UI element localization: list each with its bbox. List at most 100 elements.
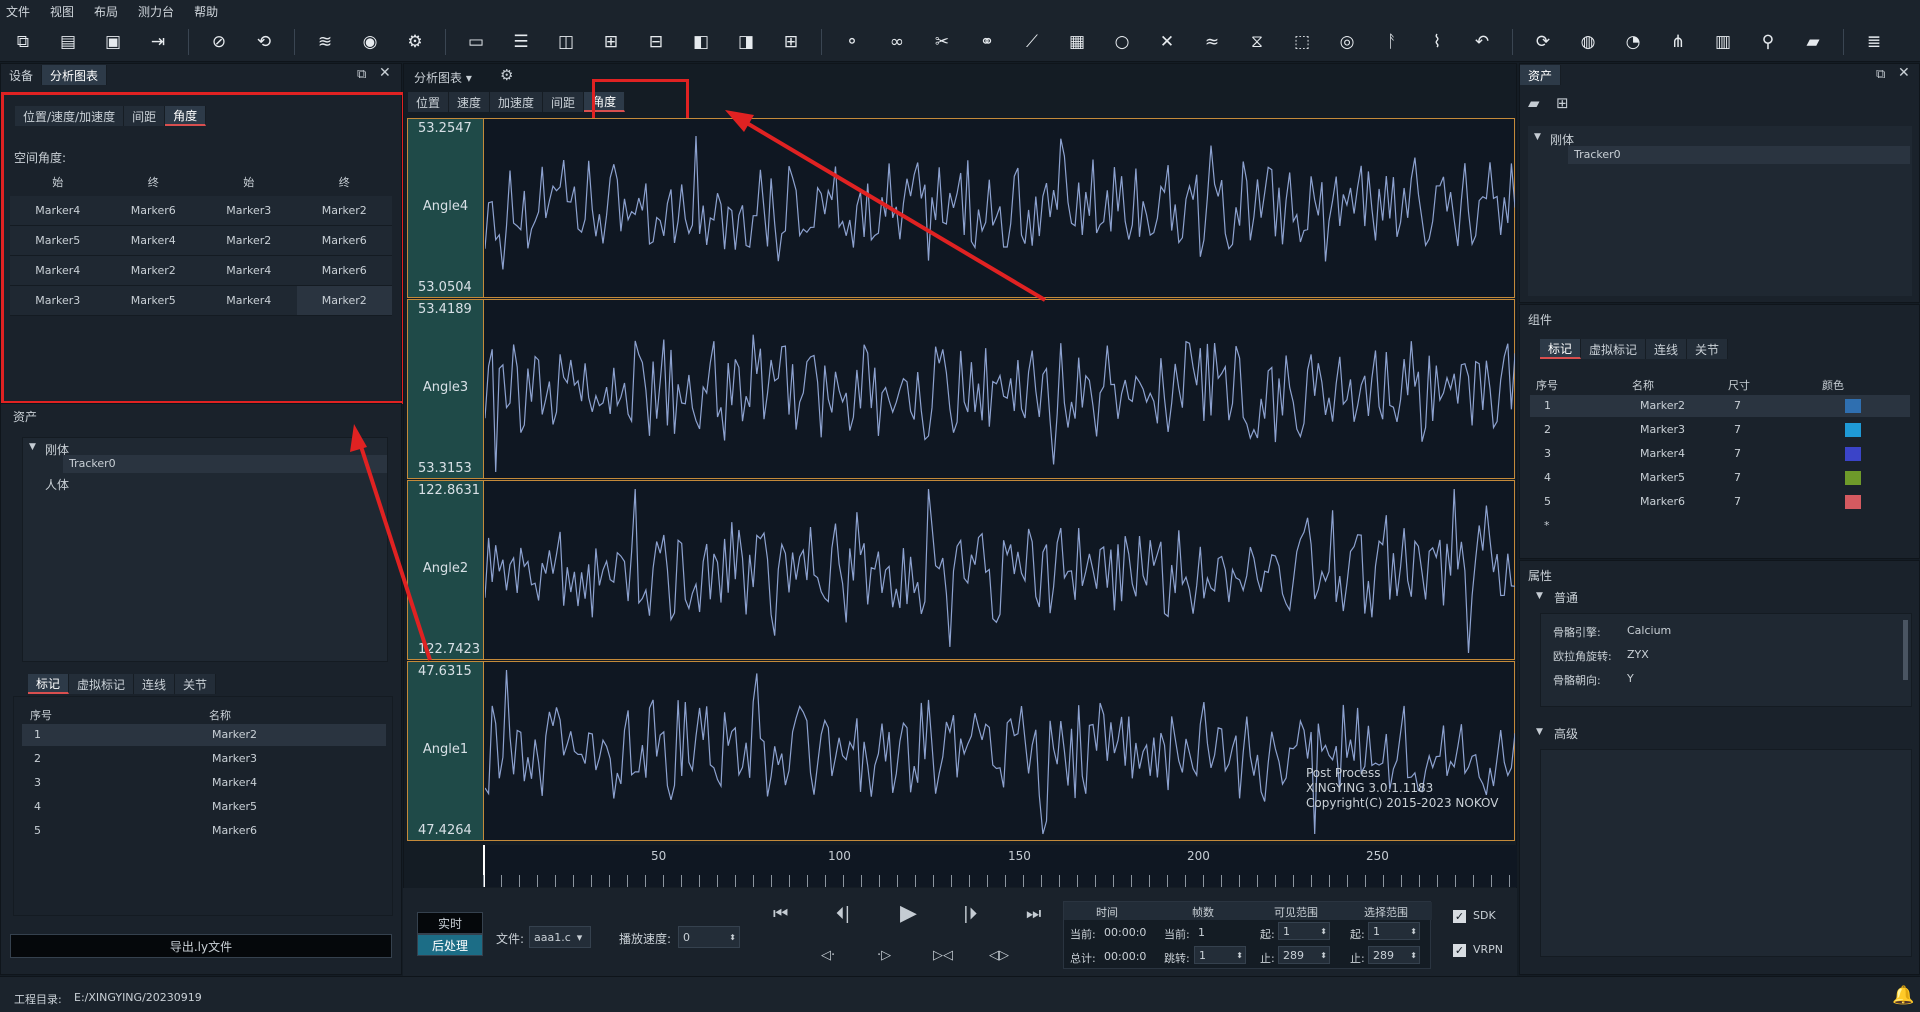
row-name: Marker3 xyxy=(1640,423,1686,436)
vrpn-label: VRPN xyxy=(1473,943,1504,956)
spin-arrows-icon[interactable]: ⬍ xyxy=(1320,927,1327,936)
skip-to-start-icon[interactable]: ⏮ xyxy=(773,904,788,924)
vrpn-checkbox[interactable]: ✓ xyxy=(1453,944,1466,957)
mode-realtime-button[interactable]: 实时 xyxy=(417,912,483,934)
range-out-icon[interactable]: ◁▷ xyxy=(989,948,1009,963)
select-range-header: 选择范围 xyxy=(1364,906,1408,919)
visible-end-spinbox[interactable]: 289 ⬍ xyxy=(1278,946,1330,964)
advanced-section[interactable]: 高级 xyxy=(1554,725,1578,742)
float-icon[interactable]: ⧉ xyxy=(1876,67,1885,82)
mark-out-icon[interactable]: ·▷ xyxy=(877,948,891,963)
row-name: Marker4 xyxy=(1640,447,1686,460)
prop-value[interactable]: ZYX xyxy=(1627,648,1649,661)
expand-triangle-icon[interactable]: ▼ xyxy=(1536,591,1543,601)
arrow-head xyxy=(725,110,754,132)
file-select[interactable]: aaa1.c ▾ xyxy=(529,926,591,948)
advanced-properties xyxy=(1540,749,1912,957)
tab-markers[interactable]: 标记 xyxy=(1540,339,1582,359)
tree-tracker0[interactable]: Tracker0 xyxy=(1568,146,1910,164)
color-swatch[interactable] xyxy=(1845,471,1861,485)
tab-virtual-markers[interactable]: 虚拟标记 xyxy=(1581,339,1647,359)
properties-title: 属性 xyxy=(1528,569,1553,583)
spin-arrows-icon[interactable]: ⬍ xyxy=(1236,951,1243,960)
color-swatch[interactable] xyxy=(1845,447,1861,461)
open-folder-icon[interactable]: ▰ xyxy=(1528,94,1540,112)
mode-postprocess-button[interactable]: 后处理 xyxy=(417,934,483,956)
visible-start-label: 起: xyxy=(1260,928,1275,941)
row-index: 3 xyxy=(1544,447,1551,460)
next-frame-icon[interactable]: |⏵ xyxy=(963,904,977,924)
add-asset-icon[interactable]: ⊞ xyxy=(1556,94,1569,112)
select-end-value: 289 xyxy=(1373,948,1394,962)
arrow-head xyxy=(350,424,367,452)
time-current-label: 当前: xyxy=(1070,928,1096,941)
assets-title[interactable]: 资产 xyxy=(1520,65,1562,85)
range-in-icon[interactable]: ▷◁ xyxy=(933,948,953,963)
select-end-spinbox[interactable]: 289 ⬍ xyxy=(1368,946,1420,964)
row-name: Marker2 xyxy=(1640,399,1686,412)
table-row[interactable]: 3 Marker4 7 xyxy=(1530,443,1910,465)
prop-value[interactable]: Y xyxy=(1627,672,1634,685)
spin-arrows-icon[interactable]: ⬍ xyxy=(1410,927,1417,936)
mark-in-icon[interactable]: ◁· xyxy=(821,948,835,963)
spin-arrows-icon[interactable]: ⬍ xyxy=(1410,951,1417,960)
table-row[interactable]: 5 Marker6 7 xyxy=(1530,491,1910,513)
color-swatch[interactable] xyxy=(1845,423,1861,437)
ruler-tick-label: 200 xyxy=(1187,849,1210,863)
play-icon[interactable]: ▶ xyxy=(900,901,917,926)
visible-start-spinbox[interactable]: 1 ⬍ xyxy=(1278,922,1330,940)
right-assets-panel: 资产 ⧉ ✕ ▰ ⊞ ▼ 刚体 Tracker0 xyxy=(1519,63,1920,303)
spin-arrows-icon[interactable]: ⬍ xyxy=(729,933,736,942)
status-bar: 工程目录: E:/XINGYING/20230919 🔔 xyxy=(0,976,1920,1012)
table-row[interactable]: 1 Marker2 7 xyxy=(1530,395,1910,417)
project-dir-label: 工程目录: xyxy=(14,993,62,1006)
table-row[interactable]: 2 Marker3 7 xyxy=(1530,419,1910,441)
arrow-line xyxy=(733,114,1047,302)
row-size: 7 xyxy=(1734,495,1741,508)
previous-frame-icon[interactable]: ⏴| xyxy=(836,904,850,924)
skip-to-end-icon[interactable]: ⏭ xyxy=(1026,904,1041,924)
visible-end-label: 止: xyxy=(1260,952,1275,965)
frame-jump-spinbox[interactable]: 1 ⬍ xyxy=(1194,946,1246,964)
row-size: 7 xyxy=(1734,423,1741,436)
new-row-marker[interactable]: * xyxy=(1544,519,1550,532)
speed-label: 播放速度: xyxy=(619,932,672,946)
expand-triangle-icon[interactable]: ▼ xyxy=(1536,727,1543,737)
close-icon[interactable]: ✕ xyxy=(1898,65,1910,81)
spin-arrows-icon[interactable]: ⬍ xyxy=(1320,951,1327,960)
prop-label: 骨骼引擎: xyxy=(1553,626,1601,639)
frame-jump-label: 跳转: xyxy=(1164,952,1190,965)
expand-triangle-icon[interactable]: ▼ xyxy=(1534,132,1541,142)
timeline-ruler[interactable]: 50 100 150 200 250 xyxy=(483,845,1517,887)
file-label: 文件: xyxy=(496,932,525,946)
tab-connections[interactable]: 连线 xyxy=(1646,339,1688,359)
row-index: 1 xyxy=(1544,399,1551,412)
prop-value[interactable]: Calcium xyxy=(1627,624,1671,637)
prop-label: 欧拉角旋转: xyxy=(1553,650,1612,663)
color-swatch[interactable] xyxy=(1845,495,1861,509)
color-swatch[interactable] xyxy=(1845,399,1861,413)
time-header: 时间 xyxy=(1096,906,1118,919)
chevron-down-icon: ▾ xyxy=(576,930,583,944)
time-current-value: 00:00:0( xyxy=(1104,926,1146,939)
ruler-tick-label: 100 xyxy=(828,849,851,863)
header-index: 序号 xyxy=(1536,379,1558,392)
select-start-label: 起: xyxy=(1350,928,1365,941)
row-size: 7 xyxy=(1734,399,1741,412)
general-section[interactable]: 普通 xyxy=(1554,589,1578,606)
select-start-value: 1 xyxy=(1373,924,1380,938)
sdk-label: SDK xyxy=(1473,909,1496,922)
speed-spinbox[interactable]: 0 ⬍ xyxy=(678,926,740,948)
row-name: Marker5 xyxy=(1640,471,1686,484)
right-components-panel: 组件 标记 虚拟标记 连线 关节 序号 名称 尺寸 颜色 1 Marker2 7… xyxy=(1519,304,1920,559)
select-start-spinbox[interactable]: 1 ⬍ xyxy=(1368,922,1420,940)
ruler-ticks xyxy=(483,875,1517,887)
row-size: 7 xyxy=(1734,447,1741,460)
header-size: 尺寸 xyxy=(1728,379,1750,392)
time-total-value: 00:00:0 xyxy=(1104,950,1146,963)
scrollbar[interactable] xyxy=(1903,620,1908,680)
sdk-checkbox[interactable]: ✓ xyxy=(1453,910,1466,923)
tab-joints[interactable]: 关节 xyxy=(1687,339,1729,359)
bell-icon[interactable]: 🔔 xyxy=(1892,985,1914,1006)
table-row[interactable]: 4 Marker5 7 xyxy=(1530,467,1910,489)
